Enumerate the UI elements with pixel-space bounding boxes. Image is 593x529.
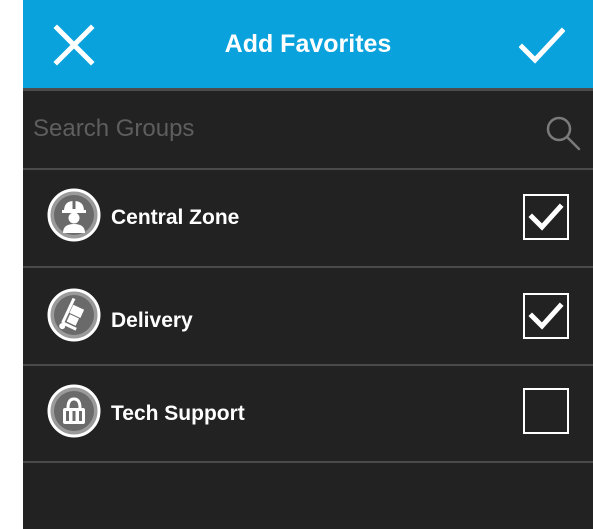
favorite-checkbox[interactable] xyxy=(523,293,569,339)
checkmark-icon xyxy=(518,27,566,64)
group-row-central-zone[interactable]: Central Zone xyxy=(23,170,593,266)
header-bar: Add Favorites xyxy=(23,0,593,88)
confirm-button[interactable] xyxy=(518,24,566,66)
tools-icon xyxy=(47,384,101,438)
page-title: Add Favorites xyxy=(224,30,392,58)
group-label: Delivery xyxy=(111,309,193,332)
add-favorites-screen: Add Favorites Search Groups Central Zone… xyxy=(23,0,593,529)
row-divider xyxy=(23,461,593,463)
search-input[interactable] xyxy=(33,109,523,149)
group-row-tech-support[interactable]: Tech Support xyxy=(23,366,593,462)
search-icon xyxy=(546,116,581,151)
group-avatar xyxy=(47,288,101,342)
favorite-checkbox[interactable] xyxy=(523,194,569,240)
group-row-delivery[interactable]: Delivery xyxy=(23,268,593,364)
close-button[interactable] xyxy=(53,24,95,66)
checkmark-icon xyxy=(528,302,564,330)
group-avatar xyxy=(47,188,101,242)
favorite-checkbox[interactable] xyxy=(523,388,569,434)
search-bar xyxy=(23,91,593,169)
group-label: Tech Support xyxy=(111,402,245,425)
construction-worker-icon xyxy=(47,188,101,242)
search-button[interactable] xyxy=(543,113,583,153)
hand-truck-icon xyxy=(47,288,101,342)
close-icon xyxy=(53,24,95,66)
group-avatar xyxy=(47,384,101,438)
group-label: Central Zone xyxy=(111,206,240,229)
checkmark-icon xyxy=(528,203,564,231)
